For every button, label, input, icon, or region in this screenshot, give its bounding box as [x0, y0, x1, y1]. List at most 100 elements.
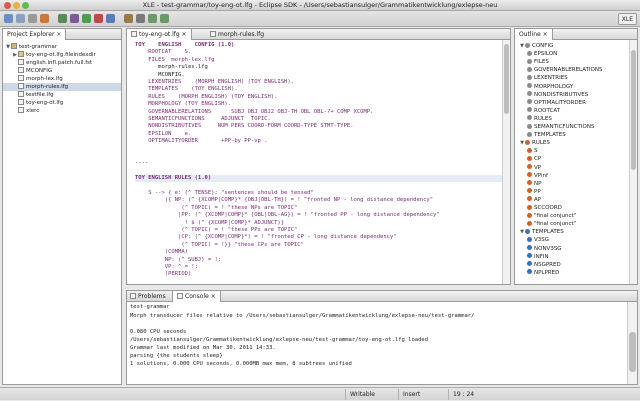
close-icon[interactable]: ×: [180, 31, 187, 38]
outline-item[interactable]: ▼ CONFIG: [519, 42, 553, 50]
outline-item[interactable]: "final conjunct": [519, 212, 576, 220]
problems-icon: [130, 293, 136, 299]
outline-item[interactable]: RULES: [519, 115, 552, 123]
editor-scroll-thumb[interactable]: [504, 44, 509, 114]
project-tree-item[interactable]: testfile.lfg: [3, 91, 121, 99]
run-icon[interactable]: [82, 14, 91, 23]
file-icon: [18, 67, 24, 73]
outline-item[interactable]: NONDISTRIBUTIVES: [519, 91, 588, 99]
code-line: SEMANTICFUNCTIONS ADJUNCT TOPIC.: [135, 116, 271, 122]
zoom-window-button[interactable]: [22, 2, 29, 9]
code-line: (^ TOPIC) = ! "these NPs are TOPIC": [135, 204, 298, 211]
project-tree-item-label: MCONFIG: [26, 68, 53, 74]
close-icon[interactable]: ×: [543, 31, 548, 38]
outline-item[interactable]: VPinf: [519, 172, 548, 180]
code-line: FILES morph-lex.lfg: [135, 56, 215, 63]
outline-item[interactable]: EPSILON: [519, 50, 557, 58]
outline-node-icon: [527, 204, 532, 210]
close-window-button[interactable]: [4, 2, 11, 9]
project-tree-item-label: english.infl.patch.full.fst: [26, 60, 93, 66]
project-tree-item-label: morph-lex.lfg: [26, 76, 63, 82]
project-tree-item[interactable]: morph-lex.lfg: [3, 75, 121, 83]
search-file-icon[interactable]: [124, 14, 133, 23]
code-line: RULES (MORPH ENGLISH) (TOY ENGLISH).: [135, 93, 278, 100]
outline-item[interactable]: FILES: [519, 58, 549, 66]
outline-item[interactable]: ROOTCAT: [519, 107, 560, 115]
editor-tab[interactable]: morph-rules.lfg: [206, 29, 268, 40]
outline-node-icon: [527, 147, 532, 153]
outline-item[interactable]: GOVERNABLERELATIONS: [519, 66, 602, 74]
outline-item[interactable]: VP: [519, 164, 541, 172]
project-tree-item[interactable]: MCONFIG: [3, 67, 121, 75]
outline-item[interactable]: INFIN: [519, 253, 549, 261]
outline-node-icon: [525, 228, 530, 234]
outline-item-label: "final conjunct": [534, 213, 577, 220]
project-tree-item[interactable]: ▶ toy-eng-ot.lfg.fileindexdir: [3, 51, 121, 59]
status-writable: Writable: [345, 389, 375, 400]
project-tree-item[interactable]: ▼ test-grammar: [3, 43, 121, 51]
console-line: 1 solutions, 0.000 CPU seconds, 0.000MB …: [130, 361, 352, 367]
external-tools-icon[interactable]: [94, 14, 103, 23]
console-output[interactable]: test-grammar Morph transducer files rela…: [127, 302, 627, 384]
outline-item-label: TEMPLATES: [534, 132, 566, 139]
perspective-switcher[interactable]: XLE: [617, 13, 637, 25]
console-scrollbar[interactable]: [627, 302, 637, 384]
outline-item[interactable]: "final conjunct": [519, 220, 576, 228]
outline-scroll-thumb[interactable]: [631, 50, 636, 170]
outline-item[interactable]: SEMANTICFUNCTIONS: [519, 123, 594, 131]
tab-outline[interactable]: Outline ×: [514, 29, 553, 40]
outline-item-label: NONDISTRIBUTIVES: [534, 91, 589, 98]
chevron-down-icon[interactable]: ▼: [519, 139, 525, 147]
project-tree-item[interactable]: english.infl.patch.full.fst: [3, 59, 121, 67]
editor-tab[interactable]: toy-eng-ot.lfg ×: [126, 29, 192, 40]
outline-item[interactable]: S: [519, 147, 538, 155]
project-tree-item[interactable]: morph-rules.lfg: [3, 83, 121, 91]
tab-problems[interactable]: Problems: [126, 291, 170, 302]
outline-item[interactable]: NSGPRED: [519, 261, 561, 269]
forward-icon[interactable]: [160, 14, 169, 23]
outline-item[interactable]: SCCOORD: [519, 204, 562, 212]
outline-item[interactable]: NONV3SG: [519, 245, 562, 253]
outline-item[interactable]: TEMPLATES: [519, 131, 566, 139]
project-tree-item[interactable]: xlerc: [3, 107, 121, 115]
console-line: /Users/sebastiansulger/Grammatikentwickl…: [130, 337, 429, 343]
outline-item[interactable]: V3SG: [519, 236, 549, 244]
code-editor[interactable]: TOY ENGLISH CONFIG (1.0) ROOTCAT S. FILE…: [127, 40, 502, 284]
chevron-down-icon[interactable]: ▼: [519, 228, 525, 236]
editor-scrollbar[interactable]: [502, 40, 510, 284]
new-icon[interactable]: [4, 14, 13, 23]
outline-item-label: VP: [534, 164, 542, 171]
open-type-icon[interactable]: [106, 14, 115, 23]
tab-console[interactable]: Console ×: [172, 291, 221, 302]
close-icon[interactable]: ×: [56, 31, 61, 38]
search-icon[interactable]: [58, 14, 67, 23]
status-bar: Writable Insert 19 : 24: [0, 387, 640, 400]
folder-icon: [18, 51, 24, 57]
tab-project-explorer[interactable]: Project Explorer ×: [2, 29, 67, 40]
outline-item[interactable]: NPLPRED: [519, 269, 559, 277]
outline-node-icon: [527, 83, 532, 88]
main-toolbar: XLE: [0, 11, 640, 27]
outline-item[interactable]: MORPHOLOGY: [519, 83, 573, 91]
outline-scrollbar[interactable]: [629, 40, 637, 284]
debug-icon[interactable]: [70, 14, 79, 23]
project-tree-item[interactable]: toy-eng-ot.lfg: [3, 99, 121, 107]
file-icon: [18, 59, 24, 65]
back-icon[interactable]: [148, 14, 157, 23]
outline-item[interactable]: ▼ TEMPLATES: [519, 228, 564, 236]
minimize-window-button[interactable]: [13, 2, 20, 9]
print-icon[interactable]: [28, 14, 37, 23]
outline-item[interactable]: AP: [519, 196, 541, 204]
outline-item[interactable]: ▼ RULES: [519, 139, 550, 147]
save-icon[interactable]: [16, 14, 25, 23]
outline-item[interactable]: OPTIMALITYORDER: [519, 99, 586, 107]
outline-item[interactable]: PP: [519, 188, 541, 196]
outline-item[interactable]: LEXENTRIES: [519, 74, 568, 82]
outline-item[interactable]: NP: [519, 180, 541, 188]
outline-item[interactable]: CP: [519, 155, 541, 163]
build-icon[interactable]: [40, 14, 49, 23]
outline-item-label: AP: [534, 196, 542, 203]
pen-icon[interactable]: [136, 14, 145, 23]
close-icon[interactable]: ×: [209, 293, 216, 300]
console-scroll-thumb[interactable]: [629, 332, 636, 372]
